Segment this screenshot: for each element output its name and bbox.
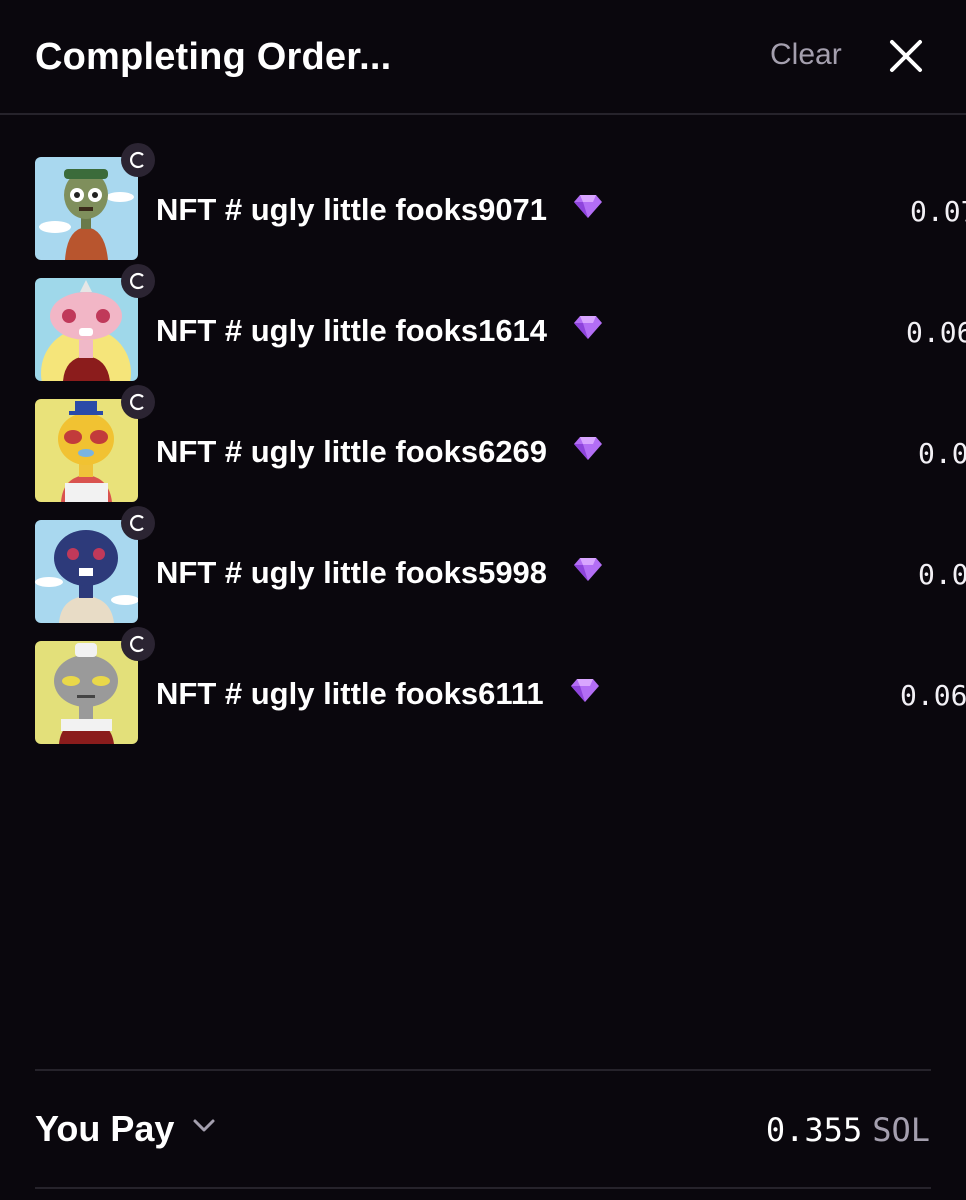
currency-label: SOL bbox=[872, 1111, 930, 1149]
nft-name-text: NFT # ugly little fooks1614 bbox=[156, 313, 548, 348]
nft-name-text: NFT # ugly little fooks5998 bbox=[156, 555, 548, 590]
chevron-down-icon[interactable] bbox=[191, 1117, 217, 1140]
total-value: 0.355 bbox=[765, 1111, 863, 1149]
nft-thumbnail bbox=[35, 157, 138, 260]
page-title: Completing Order... bbox=[35, 36, 392, 78]
collection-badge bbox=[121, 264, 155, 298]
order-item[interactable]: NFT # ugly little fooks9071 0.07 bbox=[0, 143, 966, 260]
nft-name: NFT # ugly little fooks1614 bbox=[156, 313, 603, 351]
collection-badge bbox=[121, 385, 155, 419]
nft-name: NFT # ugly little fooks5998 bbox=[156, 555, 603, 593]
order-item[interactable]: NFT # ugly little fooks1614 0.06 bbox=[0, 264, 966, 381]
diamond-icon bbox=[573, 312, 603, 348]
nft-price: 0.0 bbox=[918, 558, 966, 591]
nft-price: 0.06 bbox=[900, 679, 966, 712]
clear-button[interactable]: Clear bbox=[770, 38, 842, 72]
collection-badge bbox=[121, 506, 155, 540]
nft-thumbnail bbox=[35, 399, 138, 502]
diamond-icon bbox=[573, 433, 603, 469]
divider bbox=[35, 1069, 931, 1071]
nft-thumbnail bbox=[35, 520, 138, 623]
nft-thumbnail bbox=[35, 641, 138, 744]
order-item[interactable]: NFT # ugly little fooks6111 0.06 bbox=[0, 627, 966, 744]
you-pay-label: You Pay bbox=[35, 1108, 175, 1149]
total-amount: 0.355 SOL bbox=[766, 1111, 930, 1149]
nft-name-text: NFT # ugly little fooks9071 bbox=[156, 192, 548, 227]
nft-price: 0.0 bbox=[918, 437, 966, 470]
nft-name: NFT # ugly little fooks6269 bbox=[156, 434, 603, 472]
nft-name: NFT # ugly little fooks6111 bbox=[156, 676, 600, 714]
nft-price: 0.06 bbox=[906, 316, 966, 349]
nft-name-text: NFT # ugly little fooks6111 bbox=[156, 676, 544, 711]
collection-badge bbox=[121, 143, 155, 177]
divider bbox=[35, 1187, 931, 1189]
nft-price: 0.07 bbox=[910, 195, 966, 228]
collection-badge bbox=[121, 627, 155, 661]
order-header: Completing Order... Clear bbox=[0, 0, 966, 115]
nft-name: NFT # ugly little fooks9071 bbox=[156, 192, 603, 230]
order-item[interactable]: NFT # ugly little fooks6269 0.0 bbox=[0, 385, 966, 502]
close-icon bbox=[890, 40, 922, 72]
diamond-icon bbox=[573, 554, 603, 590]
nft-thumbnail bbox=[35, 278, 138, 381]
diamond-icon bbox=[573, 191, 603, 227]
diamond-icon bbox=[570, 675, 600, 711]
close-button[interactable] bbox=[886, 36, 926, 76]
order-item[interactable]: NFT # ugly little fooks5998 0.0 bbox=[0, 506, 966, 623]
nft-name-text: NFT # ugly little fooks6269 bbox=[156, 434, 548, 469]
